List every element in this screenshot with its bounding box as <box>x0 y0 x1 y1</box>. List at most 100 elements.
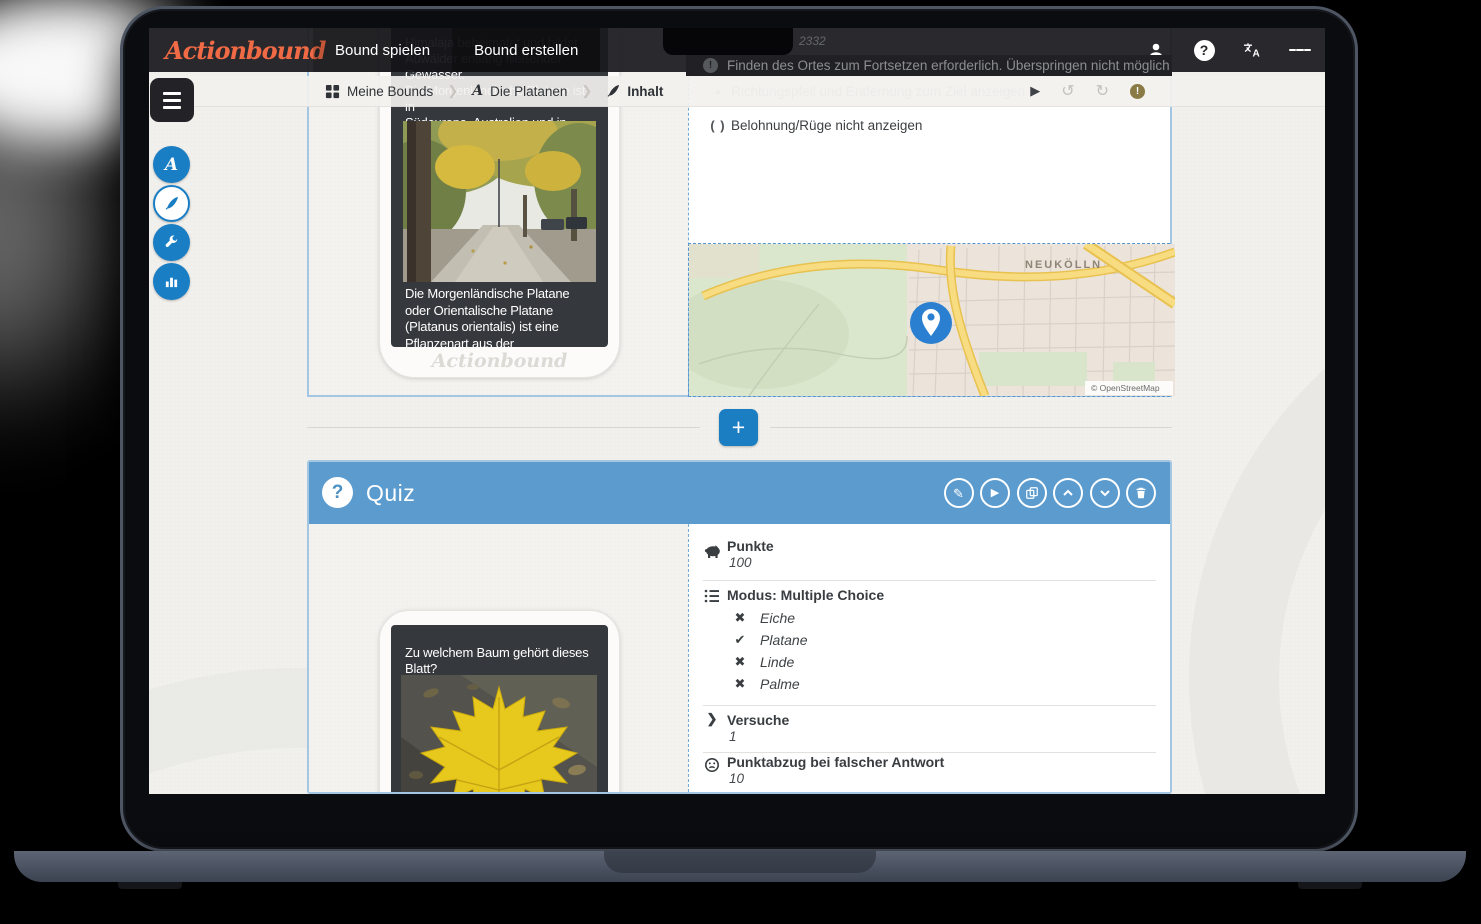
test-play-icon[interactable]: ▶ <box>1030 83 1040 99</box>
laptop-mockup: Himalaja beheimatet und bildet Auwälder … <box>0 0 1481 924</box>
phone-preview: Zu welchem Baum gehört dieses Blatt? <box>379 610 620 794</box>
phone-screen: Zu welchem Baum gehört dieses Blatt? <box>391 625 608 794</box>
list-mode-icon <box>703 588 721 609</box>
leaf-photo <box>401 675 597 794</box>
quill-icon <box>606 84 620 98</box>
wrench-icon <box>164 235 179 250</box>
quiz-option-row: ✖ Linde <box>733 654 794 670</box>
chevron-up-icon <box>1061 486 1075 500</box>
wrong-mark-icon: ✖ <box>733 610 747 626</box>
location-map[interactable]: NEUKÖLLN © OpenStreetMap <box>688 243 1170 397</box>
browser-viewport: Himalaja beheimatet und bildet Auwälder … <box>149 28 1325 794</box>
quiz-question-text: Zu welchem Baum gehört dieses Blatt? <box>405 645 598 677</box>
penalty-label: Punktabzug bei falscher Antwort <box>727 754 944 770</box>
breadcrumb-toolbar: Meine Bounds ❯ A Die Platanen ❯ Inhalt ▶ <box>149 76 1325 107</box>
sidebar-content-button[interactable] <box>153 185 190 222</box>
bar-chart-icon <box>164 274 179 289</box>
attempts-label: Versuche <box>727 712 789 728</box>
quiz-option-row: ✖ Palme <box>733 676 800 692</box>
pencil-icon: ✎ <box>953 487 964 500</box>
translate-icon[interactable]: A <box>1241 39 1263 61</box>
chevron-separator-icon: ❯ <box>447 83 458 99</box>
grid-icon <box>325 84 340 99</box>
duplicate-button[interactable] <box>1017 478 1047 508</box>
quiz-action-buttons: ✎ ▶ <box>944 478 1157 508</box>
actionbound-logo[interactable]: Actionbound <box>165 36 313 65</box>
setting-no-reward: ( ) Belohnung/Rüge nicht anzeigen <box>689 116 1170 134</box>
divider-line <box>770 427 1172 428</box>
setting-find-required: ! Finden des Ortes zum Fortsetzen erford… <box>686 55 1172 76</box>
editor-toolbar: ▶ ↺ ↻ ! <box>1030 81 1145 101</box>
dark-popup <box>663 28 793 55</box>
nav-bound-erstellen[interactable]: Bound erstellen <box>452 28 600 72</box>
bound-icon: A <box>472 83 483 99</box>
points-value: 100 <box>729 555 752 570</box>
breadcrumb-die-platanen[interactable]: A Die Platanen <box>472 83 567 99</box>
tree-alley-photo <box>403 121 596 282</box>
help-icon[interactable]: ? <box>1193 39 1215 61</box>
divider <box>703 580 1156 581</box>
background-swoosh <box>1189 258 1325 794</box>
quiz-title: Quiz <box>366 462 415 524</box>
laptop-hinge-notch <box>604 851 876 873</box>
navbar-links: Bound spielen Bound erstellen <box>313 28 600 72</box>
sidebar-settings-button[interactable] <box>153 224 190 261</box>
bound-icon: A <box>165 155 178 175</box>
svg-text:NEUKÖLLN: NEUKÖLLN <box>1025 258 1102 271</box>
sidebar-stats-button[interactable] <box>153 263 190 300</box>
edit-button[interactable]: ✎ <box>944 478 974 508</box>
piggy-bank-icon <box>703 544 721 564</box>
wrong-mark-icon: ✖ <box>733 654 747 670</box>
breadcrumb-inhalt[interactable]: Inhalt <box>606 84 663 99</box>
nav-bound-spielen[interactable]: Bound spielen <box>313 28 452 72</box>
sidebar-bound-button[interactable]: A <box>153 146 190 183</box>
stage-id-fragment: 2332 <box>799 34 826 48</box>
duplicate-icon <box>1025 486 1039 500</box>
alert-icon: ! <box>703 58 718 73</box>
chevron-separator-icon: ❯ <box>581 83 592 99</box>
mode-label: Modus: Multiple Choice <box>727 587 884 603</box>
preview-play-button[interactable]: ▶ <box>980 478 1010 508</box>
delete-button[interactable] <box>1126 478 1156 508</box>
move-up-button[interactable] <box>1053 478 1083 508</box>
laptop-base <box>14 851 1466 882</box>
quiz-header: ? Quiz ✎ ▶ <box>309 462 1170 524</box>
redo-icon[interactable]: ↻ <box>1096 81 1109 101</box>
divider <box>703 705 1156 706</box>
add-element-button[interactable]: + <box>719 409 758 446</box>
stage1-caption-text: Die Morgenländische Platane oder Orienta… <box>405 286 598 347</box>
quiz-card: ? Quiz ✎ ▶ <box>307 460 1172 794</box>
wrong-mark-icon: ✖ <box>733 676 747 692</box>
svg-text:A: A <box>1253 49 1260 59</box>
laptop-screen-bezel: Himalaja beheimatet und bildet Auwälder … <box>120 6 1358 852</box>
breadcrumb-meine-bounds[interactable]: Meine Bounds <box>325 84 433 99</box>
map-attribution: © OpenStreetMap <box>1091 383 1160 393</box>
quiz-option-row: ✔ Platane <box>733 632 807 648</box>
undo-icon[interactable]: ↺ <box>1061 81 1074 101</box>
attempts-value: 1 <box>729 729 737 744</box>
actionbound-watermark: Actionbound <box>380 350 619 372</box>
error-indicator-icon[interactable]: ! <box>1130 84 1145 99</box>
quiz-phone-panel: Zu welchem Baum gehört dieses Blatt? <box>309 524 688 792</box>
chevron-down-icon <box>1098 486 1112 500</box>
points-label: Punkte <box>727 538 774 554</box>
map-marker-icon <box>910 302 952 344</box>
sidebar-menu-button[interactable] <box>150 78 194 122</box>
divider <box>703 752 1156 753</box>
move-down-button[interactable] <box>1090 478 1120 508</box>
laptop-foot <box>118 882 182 889</box>
quiz-question-badge-icon: ? <box>322 477 353 508</box>
quill-icon <box>164 196 179 211</box>
chevron-right-icon: ❯ <box>703 711 721 727</box>
correct-mark-icon: ✔ <box>733 632 747 648</box>
divider-line <box>307 427 700 428</box>
laptop-foot <box>1298 882 1362 889</box>
frown-face-icon <box>703 757 721 778</box>
parentheses-icon: ( ) <box>705 118 731 133</box>
quiz-settings-panel: Punkte 100 Modus: Multiple Choice ✖ Eich… <box>688 524 1170 792</box>
play-icon: ▶ <box>991 488 999 499</box>
menu-icon[interactable] <box>1289 39 1311 61</box>
trash-icon <box>1134 486 1148 500</box>
penalty-value: 10 <box>729 771 744 786</box>
quiz-option-row: ✖ Eiche <box>733 610 795 626</box>
